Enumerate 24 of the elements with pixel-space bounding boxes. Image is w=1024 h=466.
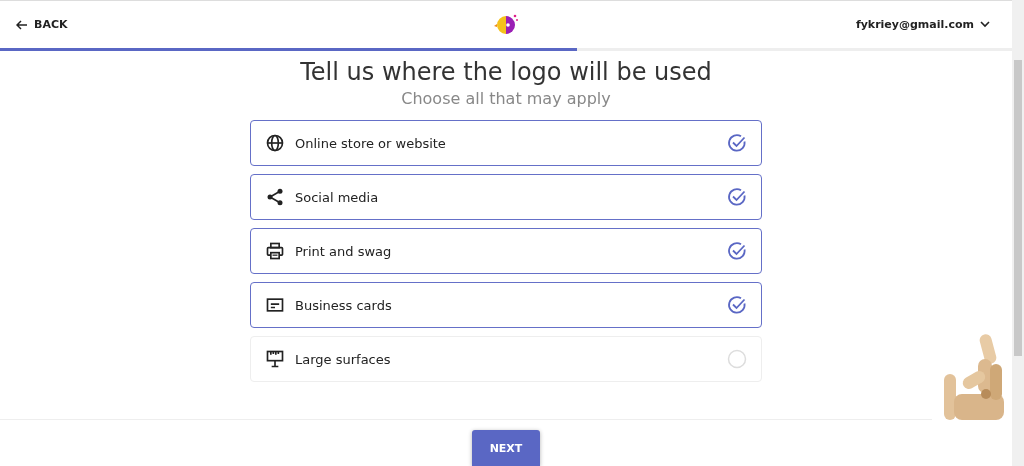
share-icon <box>265 187 285 207</box>
back-arrow-icon <box>16 19 28 30</box>
account-menu[interactable]: fykriey@gmail.com <box>849 17 996 32</box>
page-heading: Tell us where the logo will be used <box>300 57 712 87</box>
globe-icon <box>265 133 285 153</box>
option-card[interactable]: Social media <box>250 174 762 220</box>
check-icon <box>727 241 747 261</box>
check-icon <box>727 187 747 207</box>
option-card[interactable]: Large surfaces <box>250 336 762 382</box>
logo-icon <box>493 12 519 37</box>
option-card[interactable]: Print and swag <box>250 228 762 274</box>
check-icon <box>727 295 747 315</box>
option-card[interactable]: Business cards <box>250 282 762 328</box>
next-button[interactable]: NEXT <box>472 430 540 466</box>
card-icon <box>265 295 285 315</box>
caret-icon <box>980 21 990 28</box>
scrollbar[interactable] <box>1012 0 1024 466</box>
billboard-icon <box>265 349 285 369</box>
back-button[interactable]: BACK <box>16 14 68 35</box>
subtitle: Choose all that may apply <box>401 89 611 108</box>
option-card[interactable]: Online store or website <box>250 120 762 166</box>
radio-circle-icon <box>727 349 747 369</box>
printer-icon <box>265 241 285 261</box>
check-icon <box>727 133 747 153</box>
